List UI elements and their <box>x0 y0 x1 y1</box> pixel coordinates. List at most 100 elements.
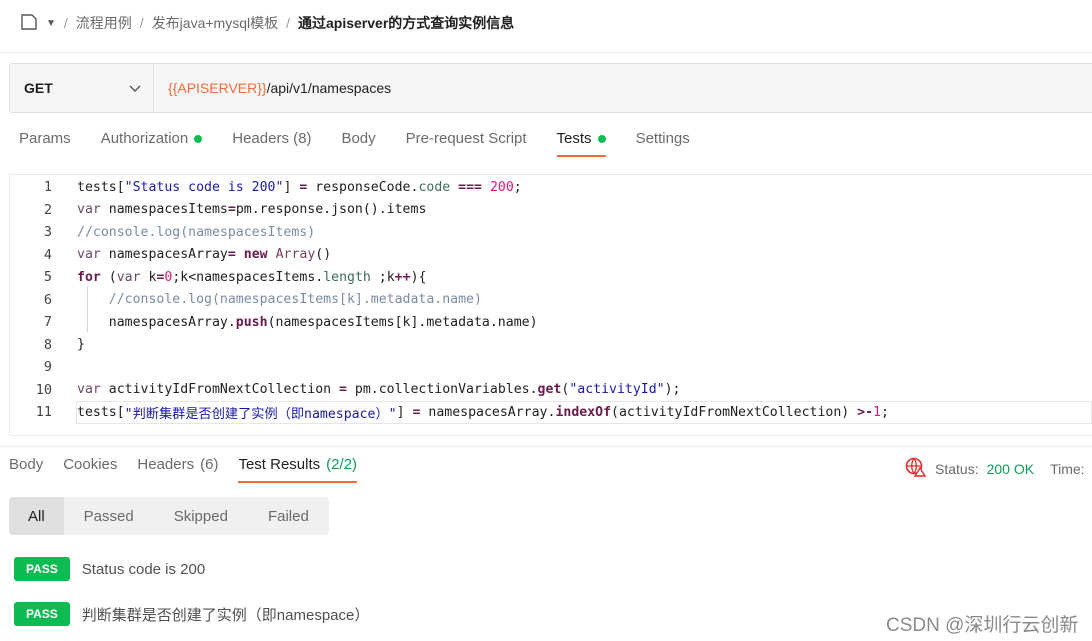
test-name: Status code is 200 <box>81 560 206 578</box>
code-line: 9 <box>10 356 1092 379</box>
code-text: var namespacesItems=pm.response.json().i… <box>54 202 426 217</box>
method-select[interactable]: GET <box>10 64 154 112</box>
result-filters: All Passed Skipped Failed <box>9 497 329 535</box>
tab-tests[interactable]: Tests <box>556 130 606 157</box>
code-token: ] <box>396 404 413 420</box>
code-token: length <box>323 269 371 285</box>
tab-pre-request-script[interactable]: Pre-request Script <box>406 130 527 157</box>
filter-passed[interactable]: Passed <box>64 497 154 535</box>
line-number: 4 <box>43 246 52 263</box>
tab-settings[interactable]: Settings <box>636 130 690 157</box>
status-value: 200 OK <box>986 460 1035 477</box>
separator: / <box>286 15 290 31</box>
code-token: Array <box>275 247 316 263</box>
tab-label: Body <box>9 456 44 473</box>
code-token: (activityIdFromNextCollection) <box>611 404 858 420</box>
tab-label: Body <box>341 130 376 147</box>
code-token: ; <box>881 404 889 420</box>
code-line: 7 namespacesArray.push(namespacesItems[k… <box>10 311 1092 334</box>
response-tab-headers[interactable]: Headers (6) <box>137 456 218 483</box>
breadcrumb-item[interactable]: 发布java+mysql模板 <box>152 13 278 33</box>
filter-skipped[interactable]: Skipped <box>154 497 248 535</box>
chevron-down-icon[interactable]: ▼ <box>46 18 56 29</box>
line-number: 3 <box>43 224 52 241</box>
line-number: 11 <box>35 404 52 421</box>
code-token: = <box>412 404 421 420</box>
code-token: = <box>227 247 236 263</box>
code-token: push <box>235 314 268 330</box>
code-token: activityIdFromNextCollection <box>100 382 340 398</box>
tab-label: Params <box>19 130 71 147</box>
pass-badge: PASS <box>14 557 70 581</box>
tab-params[interactable]: Params <box>19 130 71 157</box>
code-token: namespacesArray <box>100 247 228 263</box>
code-text: } <box>54 337 85 352</box>
tab-label: Pre-request Script <box>405 130 527 147</box>
code-line: 5 for (var k=0;k<namespacesItems.length ;… <box>10 266 1092 289</box>
status-dot-icon <box>597 134 606 143</box>
code-line: 11 tests["判断集群是否创建了实例（即namespace）"] = nam… <box>10 401 1092 424</box>
response-tab-test-results[interactable]: Test Results (2/2) <box>238 456 357 483</box>
code-token: "判断集群是否创建了实例（即namespace）" <box>124 406 397 422</box>
code-text: //console.log(namespacesItems) <box>54 225 315 240</box>
response-tab-body[interactable]: Body <box>9 456 43 483</box>
code-line: 3 //console.log(namespacesItems) <box>10 221 1092 244</box>
separator: / <box>63 15 68 31</box>
url-input[interactable]: {{APISERVER}}/api/v1/namespaces <box>154 64 391 112</box>
code-token: namespacesArray. <box>420 404 556 420</box>
status-dot-icon <box>194 134 203 143</box>
tab-authorization[interactable]: Authorization <box>101 130 203 157</box>
tab-headers[interactable]: Headers (8) <box>232 130 311 157</box>
code-token: ;k<namespacesItems. <box>172 269 324 285</box>
code-token: "Status code is 200" <box>124 179 284 195</box>
collection-icon[interactable] <box>20 13 38 34</box>
code-token: ){ <box>410 269 427 285</box>
tab-label: Settings <box>635 130 690 147</box>
code-text: namespacesArray.push(namespacesItems[k].… <box>54 315 538 330</box>
code-token: ); <box>664 382 681 398</box>
pass-badge: PASS <box>14 602 70 626</box>
code-token: //console.log(namespacesItems[k].metadat… <box>108 292 482 308</box>
test-script-editor[interactable]: 1 tests["Status code is 200"] = responseC… <box>9 174 1092 436</box>
line-number: 2 <box>43 201 52 218</box>
separator: / <box>139 15 144 31</box>
tab-label: Headers (8) <box>232 130 312 147</box>
time-label: Time: <box>1050 460 1085 477</box>
code-token: ; <box>513 179 522 195</box>
line-number: 1 <box>43 179 52 196</box>
code-token: for <box>77 269 101 285</box>
tab-count: (6) <box>200 456 219 473</box>
code-line: 1 tests["Status code is 200"] = responseC… <box>10 176 1092 199</box>
url-path: /api/v1/namespaces <box>266 80 392 96</box>
code-token: } <box>77 337 85 353</box>
tab-count: (2/2) <box>326 456 357 473</box>
code-token: var <box>116 269 141 285</box>
code-text: //console.log(namespacesItems[k].metadat… <box>54 292 482 307</box>
code-token: (namespacesItems[k].metadata.name) <box>267 314 538 330</box>
code-token: tests[ <box>77 404 125 420</box>
request-name[interactable]: 通过apiserver的方式查询实例信息 <box>298 13 514 33</box>
code-token: code <box>418 179 451 195</box>
network-globe-warning-icon[interactable] <box>905 457 927 480</box>
request-tabs: Params Authorization Headers (8) Body Pre-re… <box>19 130 690 157</box>
test-result: PASS 判断集群是否创建了实例（即namespace） <box>14 602 369 626</box>
filter-all[interactable]: All <box>9 497 64 535</box>
response-status: Status: 200 OK Time: <box>905 457 1085 480</box>
tab-label: Authorization <box>100 130 189 147</box>
breadcrumb-item[interactable]: 流程用例 <box>76 13 132 33</box>
tab-body[interactable]: Body <box>341 130 375 157</box>
line-number: 10 <box>35 381 52 398</box>
code-token: ++ <box>394 269 411 285</box>
code-token: namespacesItems <box>100 202 228 218</box>
code-token: ] <box>283 179 300 195</box>
response-tab-cookies[interactable]: Cookies <box>63 456 117 483</box>
code-token: //console.log(namespacesItems) <box>77 224 316 240</box>
line-number: 5 <box>43 269 52 286</box>
filter-failed[interactable]: Failed <box>248 497 329 535</box>
line-number: 6 <box>43 291 52 308</box>
watermark: CSDN @深圳行云创新 <box>886 615 1079 636</box>
